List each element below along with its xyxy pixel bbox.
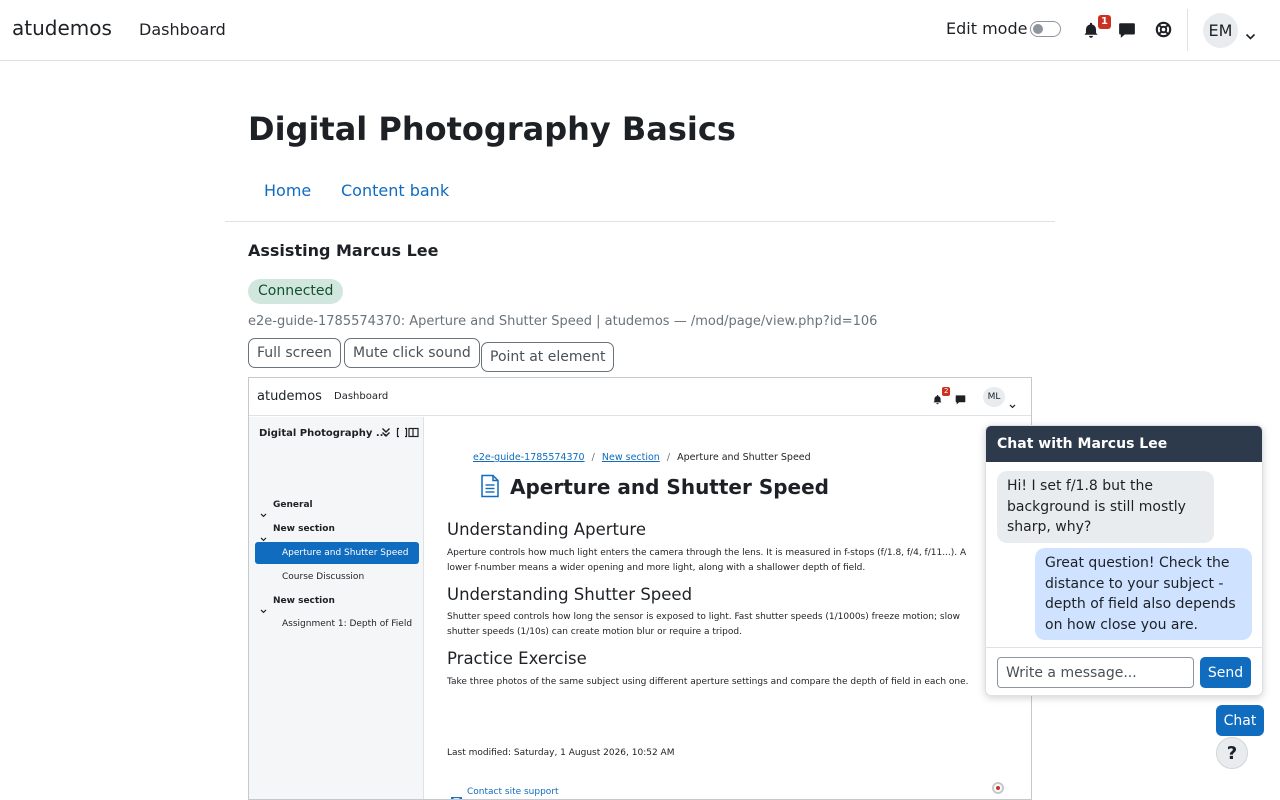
sidebar-item-course-discussion[interactable]: Course Discussion xyxy=(282,572,364,582)
remote-pointer-indicator xyxy=(992,782,1004,794)
page-file-icon xyxy=(480,474,500,502)
section-new-2[interactable]: New section xyxy=(273,596,335,606)
mute-click-sound-button[interactable]: Mute click sound xyxy=(344,338,480,368)
section-text: Take three photos of the same subject us… xyxy=(447,677,969,687)
tab-content-bank[interactable]: Content bank xyxy=(341,181,449,200)
nav-dashboard-link[interactable]: Dashboard xyxy=(139,20,226,39)
point-at-element-button[interactable]: Point at element xyxy=(481,342,615,372)
last-modified: Last modified: Saturday, 1 August 2026, … xyxy=(447,748,675,758)
remote-user-avatar[interactable]: ML xyxy=(983,387,1005,407)
section-heading: Understanding Aperture xyxy=(447,520,647,539)
navbar-divider xyxy=(1187,9,1188,51)
chat-divider xyxy=(986,647,1262,648)
page-title: Digital Photography Basics xyxy=(248,110,736,148)
section-heading: Understanding Shutter Speed xyxy=(447,585,693,604)
edit-mode-toggle[interactable] xyxy=(1030,21,1061,37)
remote-navbar: atudemos Dashboard 2 ML xyxy=(249,378,1031,416)
chevron-down-icon[interactable] xyxy=(260,503,267,522)
breadcrumb-separator: / xyxy=(666,452,671,463)
lifebuoy-icon[interactable] xyxy=(1155,21,1172,42)
sidebar-item-aperture-active[interactable]: Aperture and Shutter Speed xyxy=(255,542,419,564)
breadcrumb: e2e-guide-1785574370 / New section / Ape… xyxy=(473,452,811,463)
section-general[interactable]: General xyxy=(273,500,313,510)
contact-site-support-link[interactable]: Contact site support xyxy=(467,787,559,797)
breadcrumb-separator: / xyxy=(591,452,595,463)
full-screen-button[interactable]: Full screen xyxy=(248,338,341,368)
remote-chevron-down-icon[interactable] xyxy=(1009,394,1016,413)
chat-toggle-button[interactable]: Chat xyxy=(1216,705,1264,736)
top-navbar: atudemos Dashboard Edit mode 1 EM xyxy=(0,0,1280,61)
chat-message-input[interactable] xyxy=(997,657,1194,688)
remote-main-content: e2e-guide-1785574370 / New section / Ape… xyxy=(425,417,1031,799)
close-drawer-icon[interactable] xyxy=(396,427,420,441)
collapse-all-icon[interactable] xyxy=(381,427,391,441)
status-badge: Connected xyxy=(248,279,344,304)
remote-dashboard-link[interactable]: Dashboard xyxy=(334,391,388,402)
activity-title: Aperture and Shutter Speed xyxy=(510,475,829,499)
chevron-down-icon[interactable] xyxy=(260,599,267,618)
assisting-heading: Assisting Marcus Lee xyxy=(248,241,439,260)
section-new-1[interactable]: New section xyxy=(273,524,335,534)
section-text: Shutter speed controls how long the sens… xyxy=(447,612,960,637)
breadcrumb-section[interactable]: New section xyxy=(602,452,660,463)
section-text: Aperture controls how much light enters … xyxy=(447,548,967,573)
header-divider xyxy=(225,221,1055,222)
course-index-sidebar: Digital Photography ... General New sect… xyxy=(249,417,424,799)
message-icon[interactable] xyxy=(1118,21,1136,43)
breadcrumb-course[interactable]: e2e-guide-1785574370 xyxy=(473,452,585,463)
remote-notification-badge: 2 xyxy=(942,387,951,396)
tab-home[interactable]: Home xyxy=(264,181,311,200)
sidebar-item-assignment[interactable]: Assignment 1: Depth of Field xyxy=(282,619,412,629)
remote-message-icon[interactable] xyxy=(955,390,966,409)
notification-badge: 1 xyxy=(1098,15,1111,29)
chevron-down-icon[interactable] xyxy=(1245,26,1256,45)
user-avatar[interactable]: EM xyxy=(1203,13,1238,48)
help-button[interactable]: ? xyxy=(1216,737,1248,769)
session-info: e2e-guide-1785574370: Aperture and Shutt… xyxy=(248,314,878,329)
chat-panel: Chat with Marcus Lee Hi! I set f/1.8 but… xyxy=(985,425,1263,696)
remote-brand[interactable]: atudemos xyxy=(257,389,322,404)
site-brand[interactable]: atudemos xyxy=(12,16,112,40)
remote-screen-view[interactable]: atudemos Dashboard 2 ML Digital Photogra… xyxy=(248,377,1032,800)
envelope-icon xyxy=(451,790,462,799)
course-index-title[interactable]: Digital Photography ... xyxy=(259,428,387,439)
send-button[interactable]: Send xyxy=(1200,657,1251,688)
section-heading: Practice Exercise xyxy=(447,649,587,668)
breadcrumb-current: Aperture and Shutter Speed xyxy=(677,452,811,463)
chat-header: Chat with Marcus Lee xyxy=(986,426,1262,462)
chat-message-incoming: Hi! I set f/1.8 but the background is st… xyxy=(997,471,1214,543)
toggle-knob xyxy=(1033,24,1043,34)
chat-message-outgoing: Great question! Check the distance to yo… xyxy=(1035,548,1252,640)
edit-mode-label: Edit mode xyxy=(946,19,1028,38)
